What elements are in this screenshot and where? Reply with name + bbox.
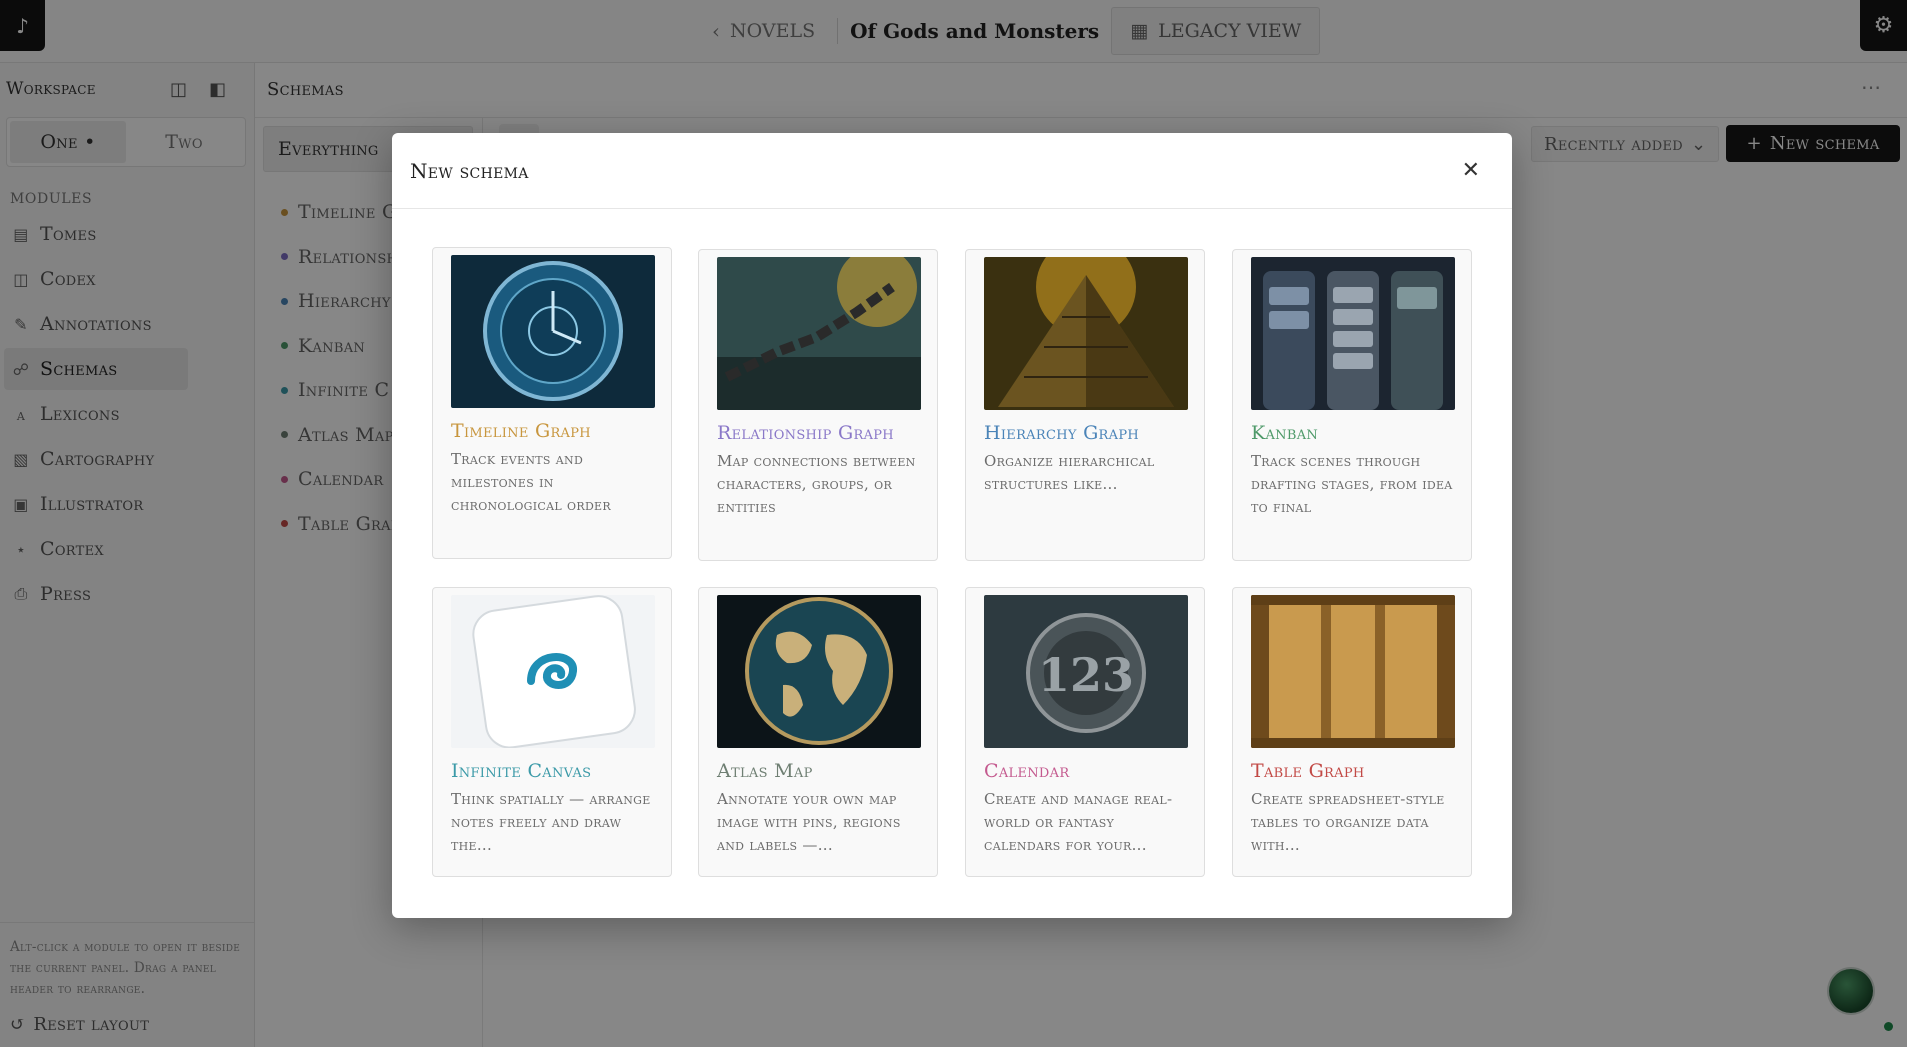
new-schema-dialog: New schema ✕ Timeline Graph Track events… — [392, 133, 1512, 918]
card-title: Kanban — [1251, 422, 1319, 444]
card-title: Infinite Canvas — [451, 760, 592, 782]
relationship-graph-image — [717, 257, 921, 410]
schema-card-atlas-map[interactable]: Atlas Map Annotate your own map image wi… — [698, 587, 938, 877]
schema-card-kanban[interactable]: Kanban Track scenes through drafting sta… — [1232, 249, 1472, 561]
dialog-title: New schema — [410, 158, 529, 183]
card-description: Track scenes through drafting stages, fr… — [1251, 452, 1453, 516]
card-title: Timeline Graph — [451, 420, 591, 442]
hierarchy-graph-image — [984, 257, 1188, 410]
infinite-canvas-image — [451, 595, 655, 748]
card-title: Hierarchy Graph — [984, 422, 1140, 444]
calendar-image: 123 — [984, 595, 1188, 748]
svg-text:123: 123 — [1038, 648, 1134, 702]
schema-card-relationship-graph[interactable]: Relationship Graph Map connections betwe… — [698, 249, 938, 561]
card-description: Annotate your own map image with pins, r… — [717, 790, 901, 854]
card-description: Create spreadsheet-style tables to organ… — [1251, 790, 1445, 854]
timeline-graph-image — [451, 255, 655, 408]
schema-card-hierarchy-graph[interactable]: Hierarchy Graph Organize hierarchical st… — [965, 249, 1205, 561]
close-icon[interactable]: ✕ — [1448, 152, 1494, 189]
schema-card-calendar[interactable]: 123 Calendar Create and manage real-worl… — [965, 587, 1205, 877]
card-description: Think spatially — arrange notes freely a… — [451, 790, 651, 854]
card-description: Organize hierarchical structures like... — [984, 452, 1155, 493]
schema-card-infinite-canvas[interactable]: Infinite Canvas Think spatially — arrang… — [432, 587, 672, 877]
card-title: Table Graph — [1251, 760, 1365, 782]
card-description: Map connections between characters, grou… — [717, 452, 916, 516]
schema-card-timeline-graph[interactable]: Timeline Graph Track events and mileston… — [432, 247, 672, 559]
schema-card-table-graph[interactable]: Table Graph Create spreadsheet-style tab… — [1232, 587, 1472, 877]
card-title: Calendar — [984, 760, 1070, 782]
dialog-header: New schema ✕ — [392, 133, 1512, 209]
card-description: Track events and milestones in chronolog… — [451, 450, 611, 514]
table-graph-image — [1251, 595, 1455, 748]
kanban-image — [1251, 257, 1455, 410]
card-title: Atlas Map — [717, 760, 813, 782]
atlas-map-image — [717, 595, 921, 748]
card-title: Relationship Graph — [717, 422, 894, 444]
card-description: Create and manage real-world or fantasy … — [984, 790, 1173, 854]
